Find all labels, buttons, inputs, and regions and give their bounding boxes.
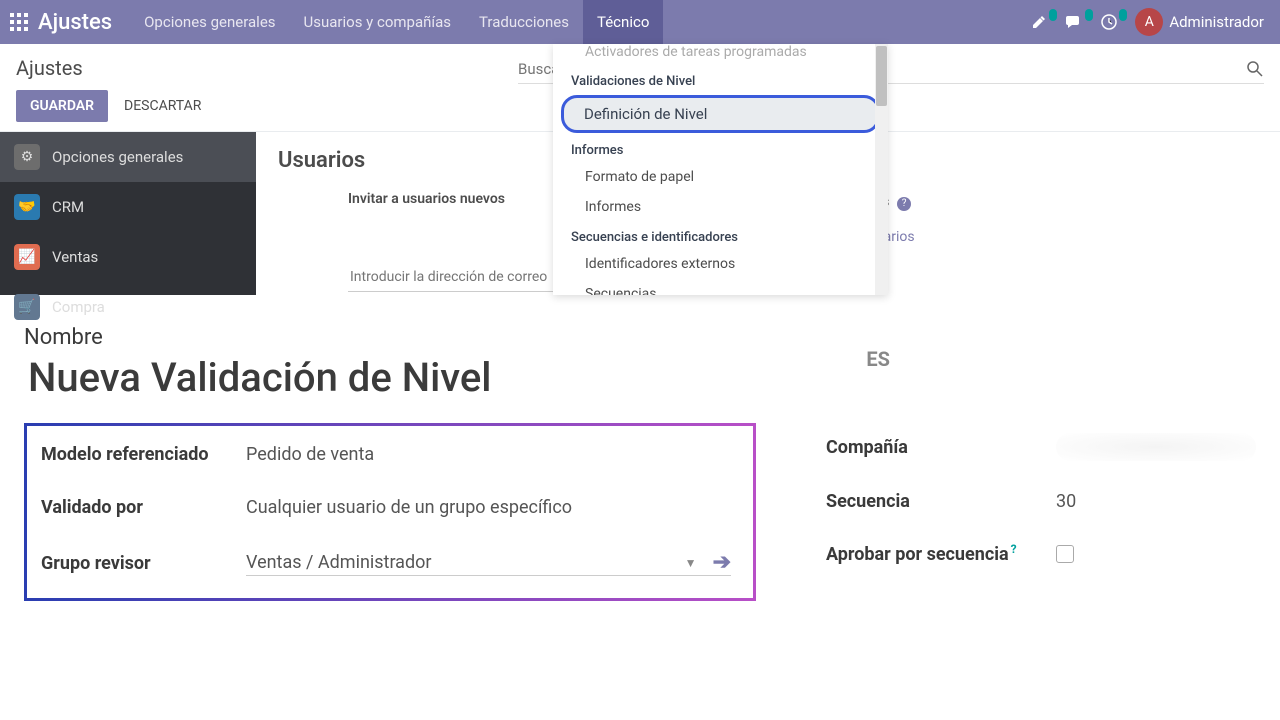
tray-compose-icon[interactable]	[1031, 14, 1047, 30]
record-title: Nueva Validación de Nivel	[28, 354, 1256, 401]
tray-messages-icon[interactable]	[1065, 14, 1083, 30]
settings-sidebar: ⚙ Opciones generales 🤝 CRM 📈 Ventas 🛒 Co…	[0, 132, 256, 295]
nav-usuarios-companias[interactable]: Usuarios y compañías	[290, 0, 466, 44]
dropdown-item-cut[interactable]: Activadores de tareas programadas	[553, 44, 888, 66]
sidebar-item-label: Ventas	[52, 248, 98, 266]
sidebar-item-label: CRM	[52, 198, 84, 216]
invite-email-input[interactable]	[348, 263, 558, 292]
dropdown-scrollbar[interactable]: ▲	[875, 44, 888, 295]
dropdown-item-identificadores[interactable]: Identificadores externos	[553, 249, 888, 279]
aprobar-secuencia-label: Aprobar por secuencia?	[826, 542, 1056, 565]
nav-tecnico[interactable]: Técnico	[583, 0, 663, 44]
form-left-group: Modelo referenciado Pedido de venta Vali…	[24, 423, 756, 601]
nav-opciones-generales[interactable]: Opciones generales	[130, 0, 289, 44]
secuencia-value[interactable]: 30	[1056, 491, 1076, 512]
modelo-ref-label: Modelo referenciado	[41, 444, 246, 465]
help-icon[interactable]: ?	[1011, 542, 1017, 556]
modelo-ref-value[interactable]: Pedido de venta	[246, 444, 731, 465]
validado-por-value[interactable]: Cualquier usuario de un grupo específico	[246, 497, 731, 518]
search-icon[interactable]	[1246, 60, 1264, 78]
dropdown-section-validaciones: Validaciones de Nivel	[553, 66, 888, 93]
grupo-revisor-select[interactable]: Ventas / Administrador	[246, 552, 677, 573]
external-link-icon[interactable]: ➔	[713, 550, 731, 575]
sidebar-item-crm[interactable]: 🤝 CRM	[0, 182, 256, 232]
user-name: Administrador	[1169, 13, 1264, 31]
name-label: Nombre	[24, 325, 1256, 350]
tecnico-dropdown: Activadores de tareas programadas Valida…	[553, 44, 888, 295]
sidebar-item-label: Opciones generales	[52, 148, 183, 166]
sidebar-item-ventas[interactable]: 📈 Ventas	[0, 232, 256, 282]
invite-users-label: Invitar a usuarios nuevos	[348, 191, 505, 245]
save-button[interactable]: GUARDAR	[16, 90, 108, 122]
user-menu[interactable]: A Administrador	[1135, 8, 1264, 36]
dropdown-item-formato-papel[interactable]: Formato de papel	[553, 162, 888, 192]
nav-traducciones[interactable]: Traducciones	[465, 0, 583, 44]
compania-value[interactable]	[1056, 433, 1256, 461]
brand-title: Ajustes	[38, 10, 112, 35]
validado-por-label: Validado por	[41, 497, 246, 518]
tray-activity-icon[interactable]	[1101, 14, 1117, 30]
aprobar-secuencia-checkbox[interactable]	[1056, 545, 1074, 563]
secuencia-label: Secuencia	[826, 491, 1056, 512]
help-icon[interactable]: ?	[897, 197, 911, 211]
discard-button[interactable]: DESCARTAR	[112, 90, 213, 122]
chevron-down-icon[interactable]: ▼	[685, 556, 697, 570]
sidebar-item-opciones-generales[interactable]: ⚙ Opciones generales	[0, 132, 256, 182]
chart-icon: 📈	[14, 244, 40, 270]
apps-menu-icon[interactable]	[10, 13, 28, 31]
dropdown-item-secuencias[interactable]: Secuencias	[553, 279, 888, 295]
dropdown-section-secuencias: Secuencias e identificadores	[553, 222, 888, 249]
dropdown-item-informes[interactable]: Informes	[553, 192, 888, 222]
gear-icon: ⚙	[14, 144, 40, 170]
avatar: A	[1135, 8, 1163, 36]
dropdown-section-informes: Informes	[553, 135, 888, 162]
grupo-revisor-label: Grupo revisor	[41, 553, 246, 574]
page-title: Ajustes	[16, 56, 213, 80]
dropdown-item-definicion-nivel[interactable]: Definición de Nivel	[561, 95, 880, 133]
lang-badge[interactable]: ES	[866, 347, 890, 371]
compania-label: Compañía	[826, 437, 1056, 458]
handshake-icon: 🤝	[14, 194, 40, 220]
